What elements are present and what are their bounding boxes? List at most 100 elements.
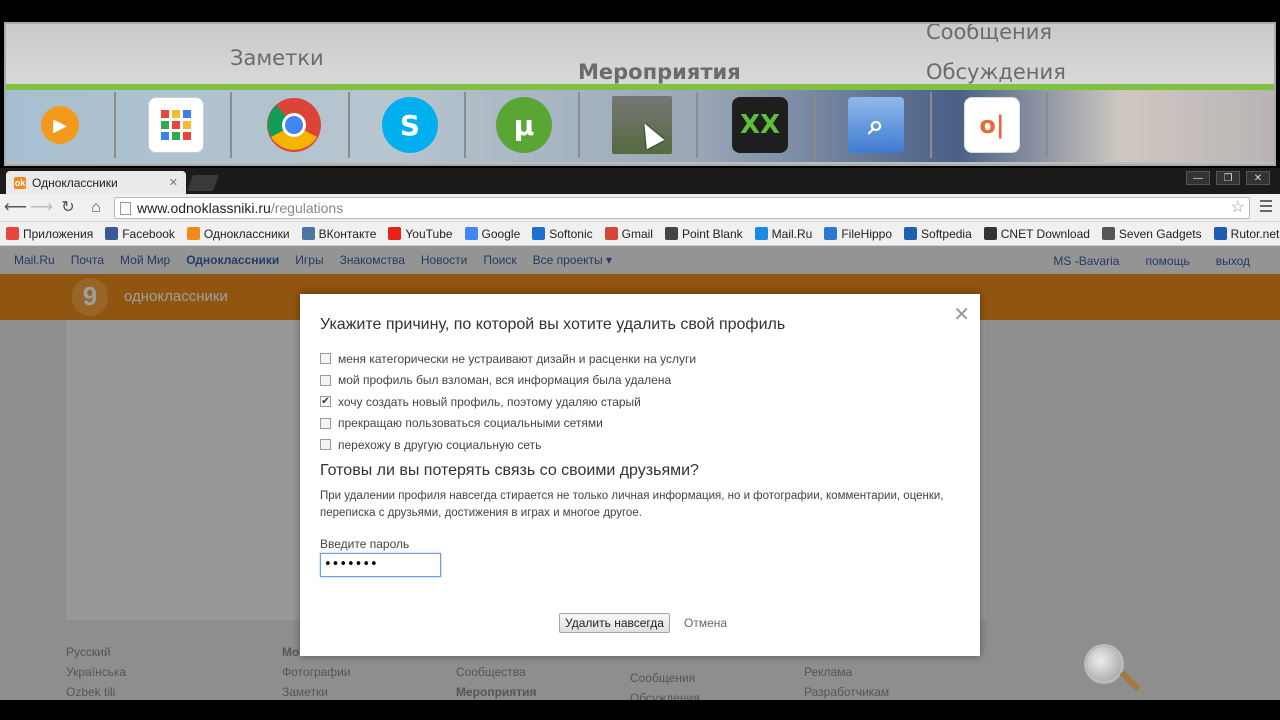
sevengadgets-icon bbox=[1101, 227, 1115, 240]
vkontakte-icon bbox=[301, 227, 315, 240]
bookmark-mailru[interactable]: Mail.Ru bbox=[754, 226, 813, 241]
bookmark-label: CNET Download bbox=[1000, 226, 1090, 241]
odnoklassniki-favicon-icon: ok bbox=[14, 176, 26, 189]
back-button[interactable]: ⟵ bbox=[4, 198, 27, 218]
bookmark-gmail[interactable]: Gmail bbox=[604, 226, 653, 241]
bookmark-sevengadgets[interactable]: Seven Gadgets bbox=[1101, 227, 1202, 241]
bookmarks-bar: Приложения Facebook Одноклассники ВКонтакте… bbox=[0, 222, 1280, 246]
bookmark-filehippo[interactable]: FileHippo bbox=[824, 227, 892, 241]
reason-checkbox[interactable] bbox=[320, 417, 331, 429]
reason-option[interactable]: прекращаю пользоваться социальными сетям… bbox=[320, 413, 696, 435]
dock-app-chrome[interactable] bbox=[240, 92, 350, 158]
bookmark-label: ВКонтакте bbox=[318, 226, 377, 241]
reason-checkbox[interactable] bbox=[320, 439, 331, 451]
reason-option[interactable]: мой профиль был взломан, вся информация … bbox=[320, 370, 696, 392]
pointblank-icon bbox=[664, 227, 678, 240]
reason-label: прекращаю пользоваться социальными сетям… bbox=[338, 416, 603, 431]
screen: Заметки Мероприятия Сообщения Обсуждения… bbox=[0, 0, 1280, 720]
tab-odnoklassniki[interactable]: ok Одноклассники ✕ bbox=[6, 171, 186, 194]
office-icon: o| bbox=[964, 97, 1020, 153]
gmail-icon bbox=[604, 227, 618, 240]
forward-button[interactable]: ⟶ bbox=[30, 198, 53, 218]
bookmark-label: Google bbox=[481, 226, 521, 241]
close-window-button[interactable]: ✕ bbox=[1246, 171, 1270, 185]
reason-checkbox[interactable]: ✔ bbox=[320, 396, 331, 408]
dock-app-network-search[interactable]: ⌕ bbox=[822, 92, 932, 158]
password-label: Введите пароль bbox=[320, 537, 410, 551]
bookmark-vkontakte[interactable]: ВКонтакте bbox=[301, 226, 377, 241]
tab-close-icon[interactable]: ✕ bbox=[169, 176, 178, 189]
reason-label: мой профиль был взломан, вся информация … bbox=[338, 373, 672, 388]
page-icon bbox=[120, 202, 131, 215]
minimize-button[interactable]: — bbox=[1186, 171, 1210, 185]
bookmark-label: Mail.Ru bbox=[771, 226, 813, 241]
bookmark-odnoklassniki[interactable]: Одноклассники bbox=[186, 227, 290, 241]
browser-tab-bar: ok Одноклассники ✕ — ❐ ✕ bbox=[0, 168, 1280, 194]
bookmark-cnet[interactable]: CNET Download bbox=[983, 226, 1090, 241]
apps-icon bbox=[6, 227, 19, 240]
delete-forever-button[interactable]: Удалить навсегда bbox=[559, 613, 670, 633]
chrome-icon bbox=[267, 98, 321, 152]
bookmark-pointblank[interactable]: Point Blank bbox=[664, 227, 743, 241]
youtube-icon bbox=[388, 227, 402, 240]
bookmark-label: Softonic bbox=[549, 226, 593, 241]
softpedia-icon bbox=[904, 227, 918, 240]
delete-profile-dialog: ✕ Укажите причину, по которой вы хотите … bbox=[300, 294, 980, 656]
reason-label: перехожу в другую социальную сеть bbox=[338, 437, 542, 452]
bookmark-softonic[interactable]: Softonic bbox=[532, 226, 593, 241]
url-domain: www.odnoklassniki.ru bbox=[137, 200, 271, 216]
reason-option[interactable]: меня категорически не устраивают дизайн … bbox=[320, 348, 696, 370]
browser-toolbar: ⟵ ⟶ ↻ ⌂ www.odnoklassniki.ru/regulations… bbox=[0, 194, 1280, 222]
dock-app-xx[interactable]: XX bbox=[706, 92, 816, 158]
bookmark-rutor[interactable]: Rutor.net bbox=[1213, 227, 1279, 241]
dock-ghost-label: Мероприятия bbox=[578, 60, 741, 84]
reason-label: хочу создать новый профиль, поэтому удал… bbox=[338, 394, 641, 409]
bookmark-label: Gmail bbox=[621, 226, 653, 241]
magnifier-icon[interactable] bbox=[1084, 644, 1124, 684]
dock-app-apps-grid[interactable] bbox=[122, 92, 232, 158]
url-path: /regulations bbox=[270, 200, 344, 216]
reason-option[interactable]: ✔ хочу создать новый профиль, поэтому уда… bbox=[320, 391, 696, 413]
bookmark-youtube[interactable]: YouTube bbox=[388, 226, 453, 241]
bookmark-star-icon[interactable]: ☆ bbox=[1231, 198, 1245, 218]
reason-label: меня категорически не устраивают дизайн … bbox=[338, 351, 697, 366]
friends-question: Готовы ли вы потерять связь со своими др… bbox=[320, 462, 699, 479]
reason-checkbox[interactable] bbox=[320, 374, 331, 386]
browser-menu-icon[interactable] bbox=[1260, 200, 1272, 215]
new-tab-button[interactable] bbox=[187, 175, 219, 191]
skype-icon: S bbox=[382, 97, 438, 153]
reason-options: меня категорически не устраивают дизайн … bbox=[320, 348, 696, 456]
apps-grid-icon bbox=[148, 97, 204, 153]
bookmark-facebook[interactable]: Facebook bbox=[105, 227, 175, 241]
softonic-icon bbox=[532, 227, 546, 240]
reload-button[interactable]: ↻ bbox=[58, 198, 78, 218]
bookmark-softpedia[interactable]: Softpedia bbox=[904, 227, 972, 241]
odnoklassniki-icon bbox=[186, 227, 200, 240]
dialog-close-icon[interactable]: ✕ bbox=[953, 302, 970, 327]
dock-app-media-player[interactable]: ▶ bbox=[6, 92, 116, 158]
cancel-link[interactable]: Отмена bbox=[684, 616, 727, 630]
window-controls: — ❐ ✕ bbox=[1186, 171, 1270, 185]
dock-ghost-label: Обсуждения bbox=[926, 60, 1066, 84]
password-field[interactable]: ••••••• bbox=[320, 553, 441, 577]
dock-app-skype[interactable]: S bbox=[356, 92, 466, 158]
dock-ghost-label: Заметки bbox=[230, 46, 324, 70]
reason-checkbox[interactable] bbox=[320, 353, 331, 365]
address-bar[interactable]: www.odnoklassniki.ru/regulations ☆ bbox=[114, 197, 1250, 219]
dock-app-utorrent[interactable]: µ bbox=[470, 92, 580, 158]
dock-ghost-label: Сообщения bbox=[926, 22, 1053, 44]
home-button[interactable]: ⌂ bbox=[86, 198, 106, 218]
bookmark-apps[interactable]: Приложения bbox=[6, 227, 93, 241]
cnet-icon bbox=[983, 227, 997, 240]
dock-app-office[interactable]: o| bbox=[938, 92, 1048, 158]
google-icon bbox=[464, 227, 478, 240]
bookmark-google[interactable]: Google bbox=[464, 226, 521, 241]
maximize-button[interactable]: ❐ bbox=[1216, 171, 1240, 185]
rutor-icon bbox=[1213, 227, 1227, 240]
xx-app-icon: XX bbox=[732, 97, 788, 153]
app-dock: Заметки Мероприятия Сообщения Обсуждения… bbox=[4, 22, 1276, 166]
bookmark-label: Приложения bbox=[23, 226, 94, 241]
reason-option[interactable]: перехожу в другую социальную сеть bbox=[320, 434, 696, 456]
tab-title: Одноклассники bbox=[32, 175, 118, 190]
bookmark-label: YouTube bbox=[405, 226, 453, 241]
